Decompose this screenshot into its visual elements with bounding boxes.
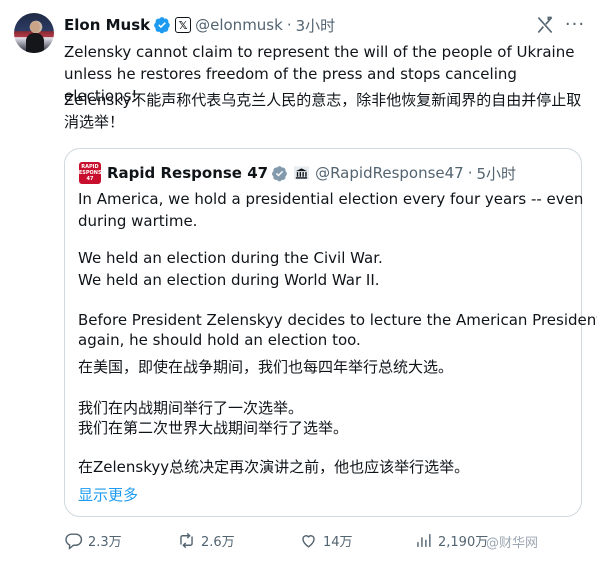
x-logo-icon: 𝕏 [175, 17, 192, 33]
quoted-post-card[interactable]: RAPID RESPONSE 47 Rapid Response 47 @Rap… [64, 148, 597, 517]
reply-button[interactable]: 2.3万 [64, 528, 122, 552]
repost-button[interactable]: 2.6万 [177, 528, 235, 552]
author-name[interactable]: Elon Musk [64, 16, 150, 34]
show-more-link[interactable]: 显示更多 [78, 484, 138, 506]
avatar-text-line: 47 [86, 176, 94, 182]
repost-icon [180, 532, 193, 548]
quoted-author-handle[interactable]: @RapidResponse47 [315, 164, 464, 182]
quoted-text-line: 我们在内战期间举行了一次选举。 [78, 399, 304, 417]
post-text-zh-line1: Zelensky不能声称代表乌克兰人民的意志，除非他恢复新闻界的自由并停止取 [64, 91, 582, 109]
verified-badge-icon [154, 17, 170, 34]
quoted-text-line: 我们在第二次世界大战期间举行了选举。 [78, 419, 349, 437]
grok-icon[interactable] [535, 15, 555, 35]
post-text-zh-line2: 消选举！ [64, 113, 125, 131]
quoted-text-line: In America, we hold a presidential elect… [78, 190, 584, 208]
quoted-text-line: We held an election during World War II. [78, 271, 380, 289]
separator-dot: · [286, 16, 292, 34]
repost-count: 2.6万 [201, 534, 235, 550]
post-time[interactable]: 3小时 [296, 15, 336, 36]
reply-count: 2.3万 [88, 534, 122, 550]
quoted-author-name[interactable]: Rapid Response 47 [107, 164, 268, 182]
verified-badge-icon [272, 165, 288, 181]
quoted-text-line: again, he should hold an election too. [78, 331, 361, 349]
quoted-post-header: Rapid Response 47 @RapidResponse47 · 5小时 [107, 162, 516, 184]
watermark: @财华网 [486, 536, 539, 551]
quoted-text-line: Before President Zelenskyy decides to le… [78, 311, 597, 329]
post-header: Elon Musk 𝕏 @elonmusk · 3小时 [64, 15, 335, 35]
reply-icon [65, 532, 83, 550]
quoted-text-line: We held an election during the Civil War… [78, 249, 383, 267]
quoted-post-time[interactable]: 5小时 [477, 163, 517, 184]
quoted-text-line: 在Zelenskyy总统决定再次演讲之前，他也应该举行选举。 [78, 458, 470, 476]
heart-icon [302, 534, 315, 548]
avatar-head [30, 21, 40, 33]
post-text-zh: Zelensky不能声称代表乌克兰人民的意志，除非他恢复新闻界的自由并停止取 消… [64, 89, 584, 133]
views-button[interactable]: 2,190万 [414, 528, 488, 552]
quoted-text-line: 在美国，即使在战争期间，我们也每四年举行总统大选。 [78, 358, 454, 376]
author-handle[interactable]: @elonmusk [195, 16, 283, 34]
like-count: 14万 [323, 534, 353, 550]
quoted-author-avatar[interactable]: RAPID RESPONSE 47 [75, 162, 105, 184]
government-building-icon [294, 166, 310, 180]
avatar-body [26, 33, 44, 53]
separator-dot: · [467, 164, 473, 182]
analytics-icon [417, 533, 431, 547]
author-avatar[interactable] [14, 13, 54, 53]
view-count: 2,190万 [438, 534, 489, 550]
quoted-text-line: during wartime. [78, 212, 198, 230]
like-button[interactable]: 14万 [299, 528, 353, 552]
more-options-icon[interactable]: ··· [564, 14, 586, 36]
